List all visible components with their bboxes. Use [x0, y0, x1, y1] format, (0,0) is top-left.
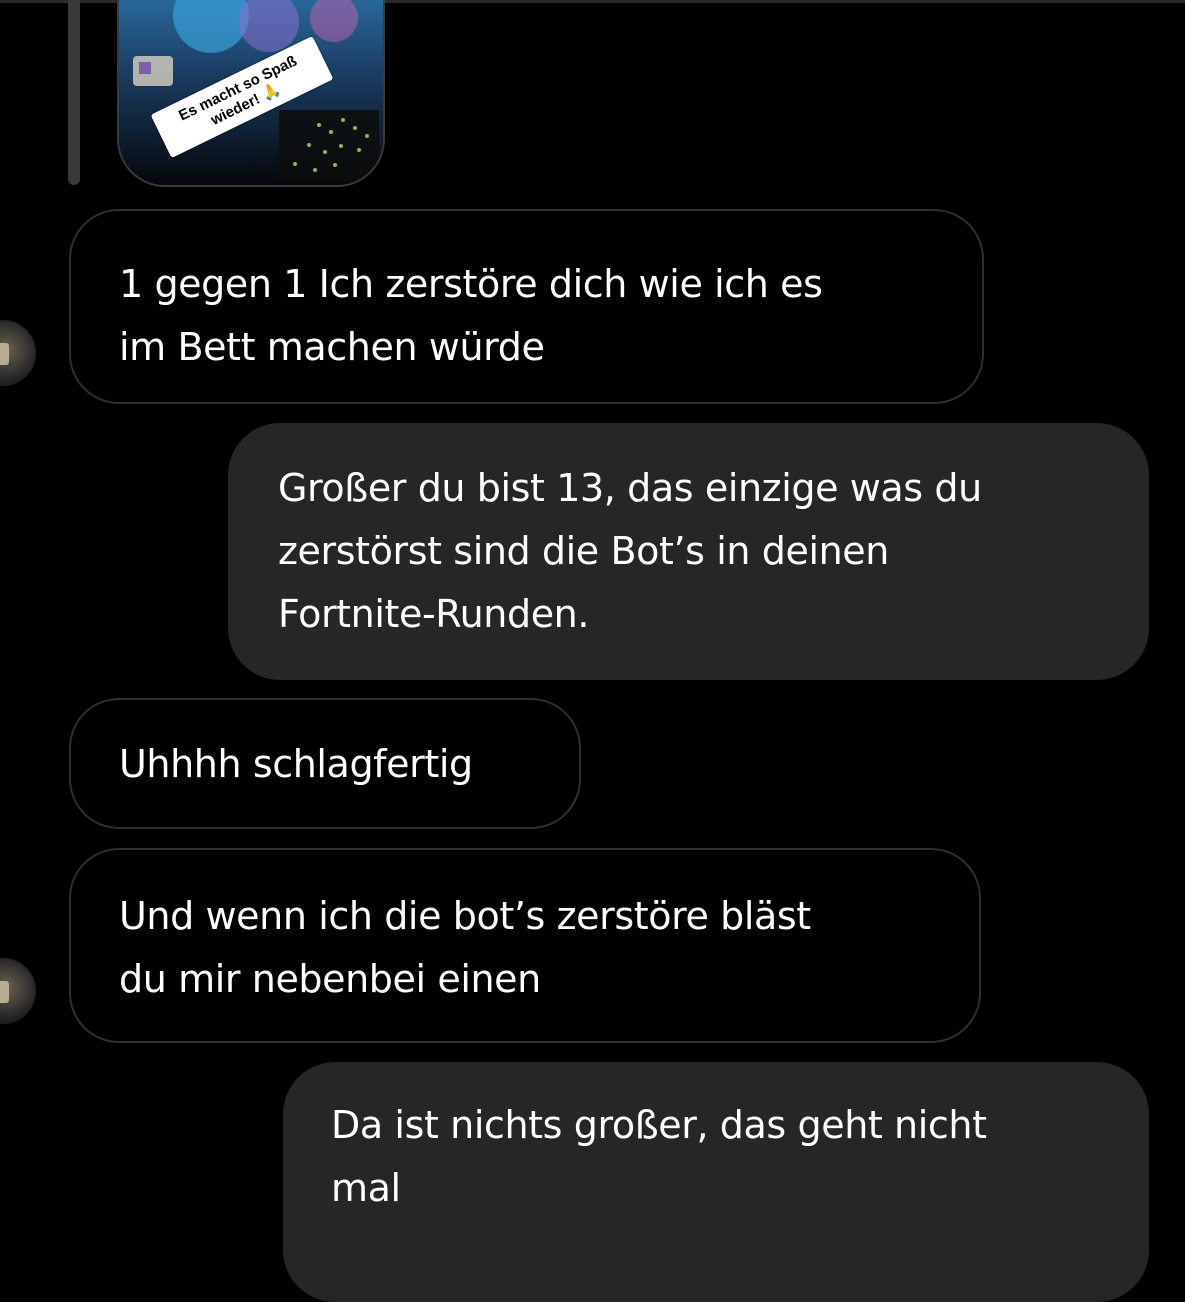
story-reply-indicator: [68, 0, 80, 185]
story-thumbnail[interactable]: Es macht so Spaß wieder! 🙏: [117, 0, 385, 187]
avatar-photo: [0, 981, 9, 1003]
incoming-message[interactable]: 1 gegen 1 Ich zerstöre dich wie ich es i…: [69, 209, 984, 404]
contact-avatar[interactable]: [0, 320, 36, 386]
outgoing-message[interactable]: Großer du bist 13, das einzige was du ze…: [228, 423, 1149, 680]
outgoing-message[interactable]: Da ist nichts großer, das geht nicht mal: [283, 1062, 1149, 1302]
contact-avatar[interactable]: [0, 958, 36, 1024]
incoming-message[interactable]: Und wenn ich die bot’s zerstöre bläst du…: [69, 848, 981, 1043]
avatar-photo: [0, 343, 9, 365]
incoming-message[interactable]: Uhhhh schlagfertig: [69, 698, 581, 829]
